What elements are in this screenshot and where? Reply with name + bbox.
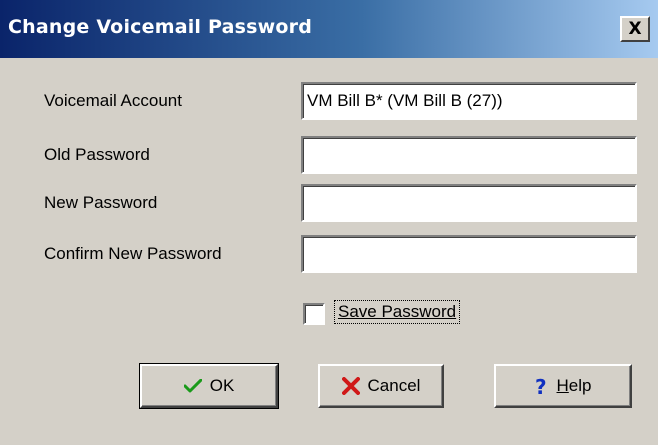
red-x-icon xyxy=(341,377,360,395)
confirm-password-label: Confirm New Password xyxy=(44,244,222,263)
close-icon: X xyxy=(628,19,642,39)
new-password-field[interactable] xyxy=(301,184,637,222)
close-button[interactable]: X xyxy=(620,16,650,42)
checkmark-icon xyxy=(183,379,202,393)
old-password-field[interactable] xyxy=(301,136,637,174)
new-password-label: New Password xyxy=(44,193,158,212)
save-password-label[interactable]: Save Password xyxy=(334,300,461,324)
help-button[interactable]: ? Help xyxy=(494,364,632,408)
title-bar[interactable]: Change Voicemail Password X xyxy=(0,0,658,58)
cancel-button-label: Cancel xyxy=(367,376,421,395)
ok-button[interactable]: OK xyxy=(139,363,279,409)
ok-button-label: OK xyxy=(209,376,235,395)
question-icon: ? xyxy=(535,376,549,396)
cancel-button[interactable]: Cancel xyxy=(318,364,444,408)
confirm-password-field[interactable] xyxy=(301,235,637,273)
help-button-label: Help xyxy=(556,376,592,395)
old-password-label: Old Password xyxy=(44,145,150,164)
window-title: Change Voicemail Password xyxy=(8,16,312,38)
svg-text:?: ? xyxy=(535,376,547,396)
voicemail-account-label: Voicemail Account xyxy=(44,91,182,110)
voicemail-account-field[interactable]: VM Bill B* (VM Bill B (27)) xyxy=(301,82,637,120)
save-password-checkbox[interactable] xyxy=(303,303,325,325)
